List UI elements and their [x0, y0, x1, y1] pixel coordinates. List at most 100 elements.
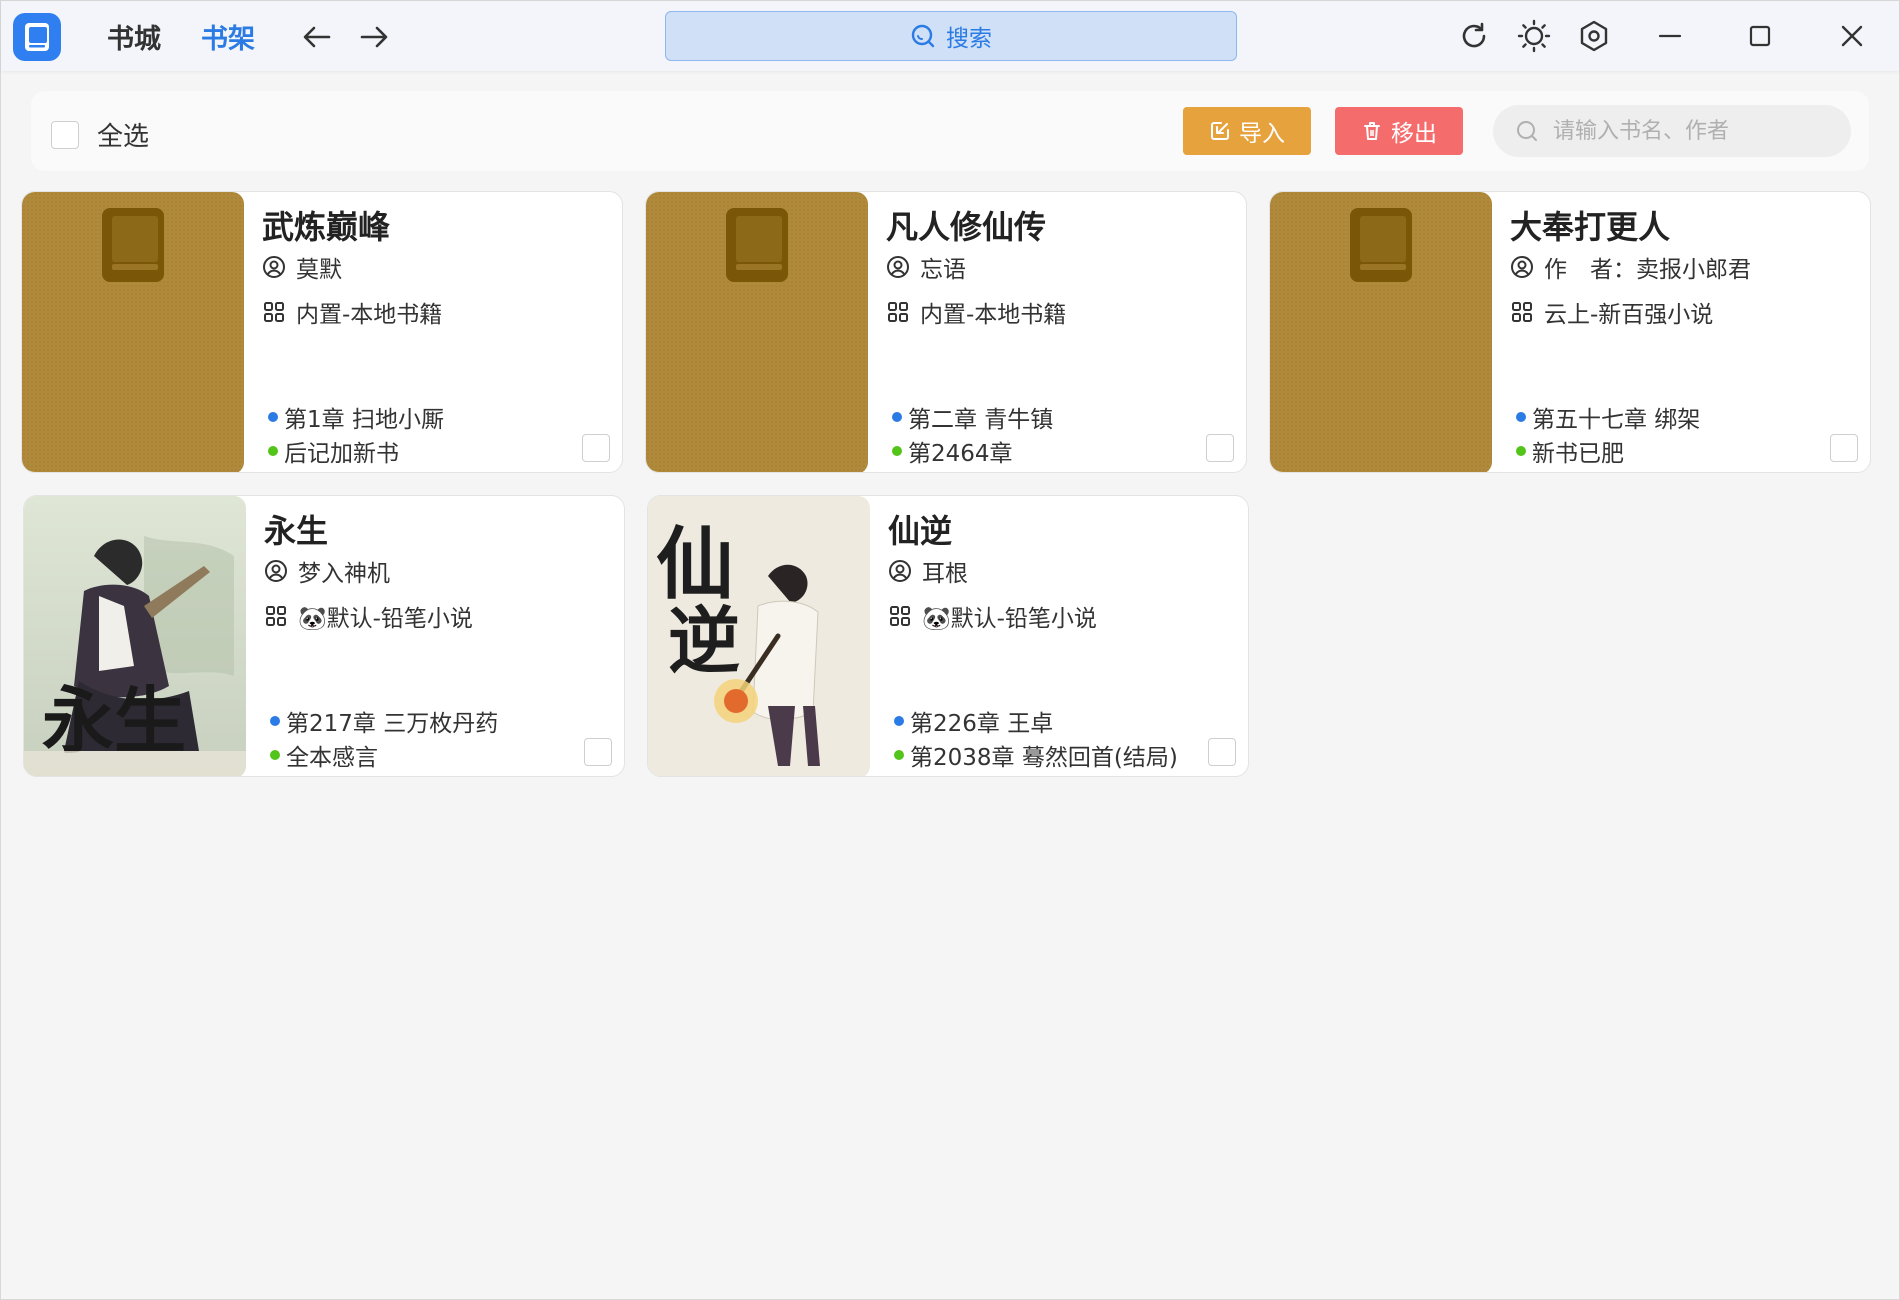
grid-icon	[264, 302, 284, 322]
current-chapter: 第二章 青牛镇	[908, 407, 1054, 433]
current-chapter: 第五十七章 绑架	[1532, 407, 1701, 433]
select-all-checkbox[interactable]: 全选	[51, 116, 149, 153]
maximize-icon[interactable]	[1741, 17, 1779, 55]
book-card[interactable]: 凡人修仙传 忘语 内置-本地书籍 第二章 青牛镇 第2464章	[645, 191, 1247, 473]
current-chapter-row: 第五十七章 绑架	[1516, 400, 1700, 434]
book-title: 大奉打更人	[1510, 208, 1671, 246]
current-chapter: 第226章 王卓	[910, 711, 1054, 737]
filter-input[interactable]	[1553, 118, 1823, 144]
cover-illustration: 永生	[24, 496, 246, 776]
book-title: 武炼巅峰	[262, 208, 391, 246]
source-row: 🐼默认-铅笔小说	[264, 599, 473, 633]
import-button[interactable]: 导入	[1183, 107, 1311, 155]
source-row: 云上-新百强小说	[1510, 295, 1713, 329]
book-card[interactable]: 仙 逆 仙逆 耳根 🐼默认-铅笔小说 第226章 王卓 第2038章 蓦然回首(…	[647, 495, 1249, 777]
user-circle-icon	[1511, 256, 1533, 278]
book-cover-image: 永生	[24, 496, 246, 776]
book-placeholder-icon	[102, 208, 164, 282]
user-circle-icon	[889, 560, 911, 582]
current-dot	[892, 412, 902, 422]
select-all-label: 全选	[97, 122, 150, 152]
latest-dot	[268, 446, 278, 456]
author-row: 莫默	[262, 250, 342, 284]
book-source: 🐼默认-铅笔小说	[922, 606, 1097, 632]
latest-chapter-row: 新书已肥	[1516, 434, 1624, 468]
book-title: 永生	[264, 512, 329, 550]
current-dot	[894, 716, 904, 726]
minimize-icon[interactable]	[1651, 17, 1689, 55]
book-checkbox[interactable]	[1208, 738, 1236, 766]
shelf-toolbar: 全选 导入 移出	[31, 91, 1869, 171]
user-circle-icon	[887, 256, 909, 278]
user-circle-icon	[263, 256, 285, 278]
book-checkbox[interactable]	[1830, 434, 1858, 462]
cover-title-art: 永生	[42, 678, 186, 763]
current-dot	[268, 412, 278, 422]
tab-book-store[interactable]: 书城	[107, 17, 161, 56]
author-row: 耳根	[888, 554, 968, 588]
app-logo	[13, 13, 61, 61]
cover-title-art: 仙	[656, 519, 734, 610]
checkbox[interactable]	[51, 120, 79, 149]
book-card[interactable]: 武炼巅峰 莫默 内置-本地书籍 第1章 扫地小厮 后记加新书	[21, 191, 623, 473]
refresh-icon[interactable]	[1455, 17, 1493, 55]
theme-sun-icon[interactable]	[1515, 17, 1553, 55]
book-cover	[1270, 192, 1492, 472]
source-row: 🐼默认-铅笔小说	[888, 599, 1097, 633]
book-source: 云上-新百强小说	[1544, 302, 1714, 328]
latest-chapter: 全本感言	[286, 745, 378, 771]
current-chapter-row: 第1章 扫地小厮	[268, 400, 444, 434]
current-chapter-row: 第217章 三万枚丹药	[270, 704, 498, 738]
search-label: 搜索	[946, 26, 992, 52]
latest-chapter: 第2464章	[908, 441, 1013, 467]
current-chapter-row: 第226章 王卓	[894, 704, 1053, 738]
search-button[interactable]: 搜索	[665, 11, 1237, 61]
book-cover-image: 仙 逆	[648, 496, 870, 776]
latest-dot	[892, 446, 902, 456]
source-row: 内置-本地书籍	[262, 295, 442, 329]
app-window: 书城 书架 搜索 全选 导入 移出 请输入书名、作者 武炼巅峰 莫默 内置-本地…	[0, 0, 1900, 1300]
current-chapter-row: 第二章 青牛镇	[892, 400, 1053, 434]
cover-illustration: 仙 逆	[648, 496, 870, 776]
grid-icon	[266, 606, 286, 626]
import-label: 导入	[1239, 121, 1285, 147]
book-author: 梦入神机	[298, 561, 390, 587]
book-cover	[646, 192, 868, 472]
current-chapter: 第1章 扫地小厮	[284, 407, 444, 433]
book-checkbox[interactable]	[582, 434, 610, 462]
search-icon	[911, 24, 935, 48]
author-row: 忘语	[886, 250, 966, 284]
trash-icon	[1364, 122, 1380, 140]
book-title: 仙逆	[888, 512, 953, 550]
book-card[interactable]: 大奉打更人 作 者：卖报小郎君 云上-新百强小说 第五十七章 绑架 新书已肥	[1269, 191, 1871, 473]
book-placeholder-icon	[1350, 208, 1412, 282]
book-card[interactable]: 永生 永生 梦入神机 🐼默认-铅笔小说 第217章 三万枚丹药 全本感言	[23, 495, 625, 777]
user-circle-icon	[265, 560, 287, 582]
latest-chapter: 新书已肥	[1532, 441, 1624, 467]
latest-chapter-row: 第2464章	[892, 434, 1013, 468]
settings-icon[interactable]	[1575, 17, 1613, 55]
book-checkbox[interactable]	[584, 738, 612, 766]
close-icon[interactable]	[1833, 17, 1871, 55]
current-dot	[1516, 412, 1526, 422]
author-row: 作 者：卖报小郎君	[1510, 250, 1751, 284]
current-dot	[270, 716, 280, 726]
grid-icon	[890, 606, 910, 626]
book-author: 耳根	[922, 561, 968, 587]
filter-search-box[interactable]	[1493, 105, 1851, 157]
latest-chapter: 后记加新书	[284, 441, 399, 467]
book-author: 忘语	[920, 257, 966, 283]
tab-bookshelf[interactable]: 书架	[201, 17, 255, 56]
book-checkbox[interactable]	[1206, 434, 1234, 462]
source-row: 内置-本地书籍	[886, 295, 1066, 329]
latest-dot	[894, 750, 904, 760]
grid-icon	[888, 302, 908, 322]
remove-button[interactable]: 移出	[1335, 107, 1463, 155]
book-logo-icon	[25, 23, 49, 51]
forward-arrow-icon[interactable]	[356, 19, 392, 55]
latest-dot	[270, 750, 280, 760]
back-arrow-icon[interactable]	[299, 19, 335, 55]
book-cover	[22, 192, 244, 472]
book-source: 内置-本地书籍	[920, 302, 1067, 328]
author-row: 梦入神机	[264, 554, 390, 588]
